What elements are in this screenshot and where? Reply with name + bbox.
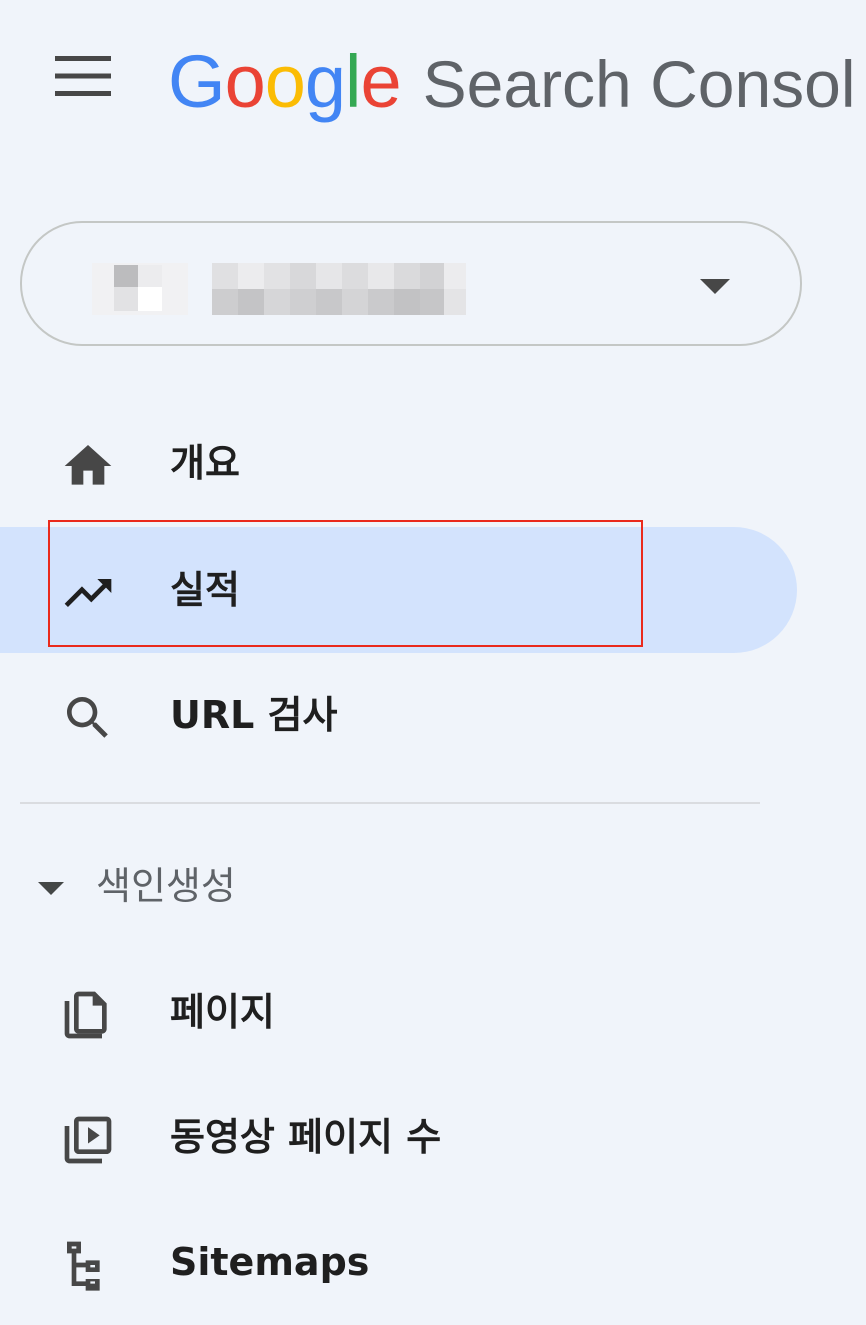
- pages-icon: [60, 987, 116, 1043]
- search-icon: [60, 690, 116, 746]
- home-icon: [60, 438, 116, 494]
- brand-letter: o: [264, 40, 306, 123]
- property-name-redacted: [212, 263, 466, 315]
- nav-item-performance[interactable]: 실적: [0, 527, 797, 653]
- nav-label-url-inspection: URL 검사: [170, 693, 338, 737]
- arrow-drop-down-icon: [700, 279, 730, 294]
- search-console-logo[interactable]: Google Search Consol: [168, 40, 866, 130]
- hamburger-menu-icon: [55, 56, 111, 96]
- nav-item-sitemaps[interactable]: Sitemaps: [0, 1199, 797, 1325]
- sitemap-icon: [60, 1237, 116, 1293]
- collapse-arrow-icon: [38, 882, 64, 895]
- nav-item-pages[interactable]: 페이지: [0, 949, 797, 1075]
- nav-label-video-pages: 동영상 페이지 수: [170, 1115, 442, 1159]
- brand-letter: o: [224, 40, 266, 123]
- section-label-indexing: 색인생성: [96, 864, 236, 908]
- main-menu-button[interactable]: [44, 46, 122, 106]
- section-header-indexing[interactable]: 색인생성: [0, 836, 797, 936]
- nav-item-overview[interactable]: 개요: [0, 400, 797, 526]
- brand-letter: l: [345, 40, 361, 123]
- nav-item-url-inspection[interactable]: URL 검사: [0, 652, 797, 778]
- brand-letter: G: [168, 40, 226, 123]
- video-pages-icon: [60, 1112, 116, 1168]
- nav-label-overview: 개요: [170, 441, 240, 485]
- nav-label-pages: 페이지: [170, 990, 275, 1034]
- google-wordmark: Google: [168, 40, 402, 124]
- property-favicon: [92, 263, 188, 315]
- nav-label-sitemaps: Sitemaps: [170, 1240, 370, 1284]
- brand-letter: e: [360, 40, 401, 123]
- app-header: Google Search Consol: [0, 0, 866, 160]
- trending-up-icon: [60, 565, 116, 621]
- nav-divider: [20, 802, 760, 804]
- nav-label-performance: 실적: [170, 568, 240, 612]
- product-name: Search Consol: [422, 47, 856, 121]
- nav-item-video-pages[interactable]: 동영상 페이지 수: [0, 1074, 797, 1200]
- brand-letter: g: [304, 40, 346, 123]
- property-selector[interactable]: [20, 221, 802, 346]
